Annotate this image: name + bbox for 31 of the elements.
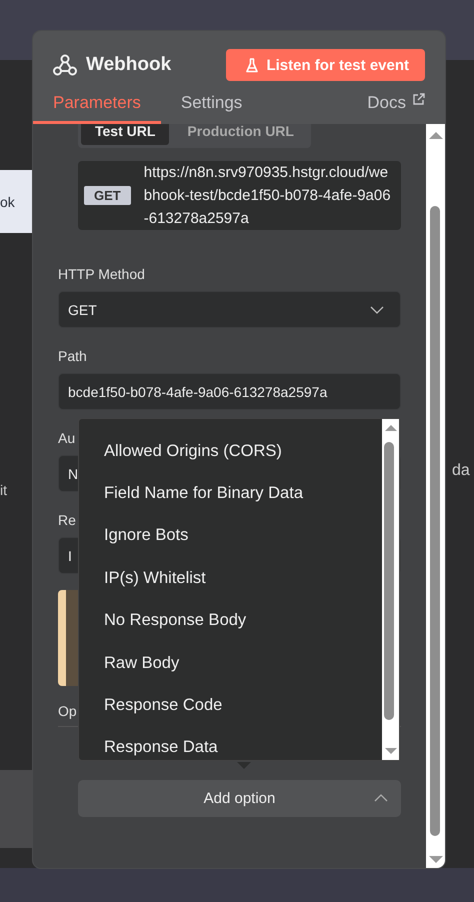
field-label: Path <box>58 348 87 365</box>
url-tab[interactable]: Production URL <box>173 124 308 145</box>
field-label: HTTP Method <box>58 266 145 283</box>
menu-item[interactable]: IP(s) Whitelist <box>79 557 382 600</box>
menu-item[interactable]: Ignore Bots <box>79 514 382 558</box>
method-badge: GET <box>84 186 131 205</box>
canvas-text: da <box>452 462 470 480</box>
menu-item[interactable]: No Response Body <box>79 600 382 642</box>
scrollbar[interactable] <box>382 419 399 760</box>
webhook-icon <box>53 54 77 76</box>
field-label: Au <box>58 430 76 447</box>
external-link-icon <box>412 93 425 106</box>
tab[interactable]: Settings <box>160 93 262 124</box>
flask-icon <box>246 58 258 72</box>
url-tab[interactable]: Test URL <box>81 124 170 145</box>
text-field[interactable]: bcde1f50-b078-4afe-9a06-613278a2597a <box>58 373 401 410</box>
chevron-down-icon <box>370 306 384 314</box>
menu-item[interactable]: Response Code <box>79 684 382 727</box>
scrollbar[interactable] <box>426 124 445 868</box>
menu-item[interactable]: Raw Body <box>79 642 382 684</box>
webhook-url[interactable]: https://n8n.srv970935.hstgr.cloud/webhook-test/bcde1f50-b078-4afe-9a06-613278a2597a <box>144 161 391 230</box>
menu-item[interactable]: Allowed Origins (CORS) <box>79 430 382 472</box>
node-label: it <box>0 482 7 498</box>
select-field[interactable]: GET <box>58 291 401 328</box>
field-label: Re <box>58 512 76 529</box>
panel-title: Webhook <box>86 54 172 76</box>
section-label: Op <box>58 703 77 719</box>
add-option-button[interactable]: Add option <box>78 780 401 817</box>
docs-link[interactable]: Docs <box>367 93 425 124</box>
menu-item[interactable]: Field Name for Binary Data <box>79 472 382 515</box>
menu-item[interactable]: Response Data <box>79 726 382 760</box>
